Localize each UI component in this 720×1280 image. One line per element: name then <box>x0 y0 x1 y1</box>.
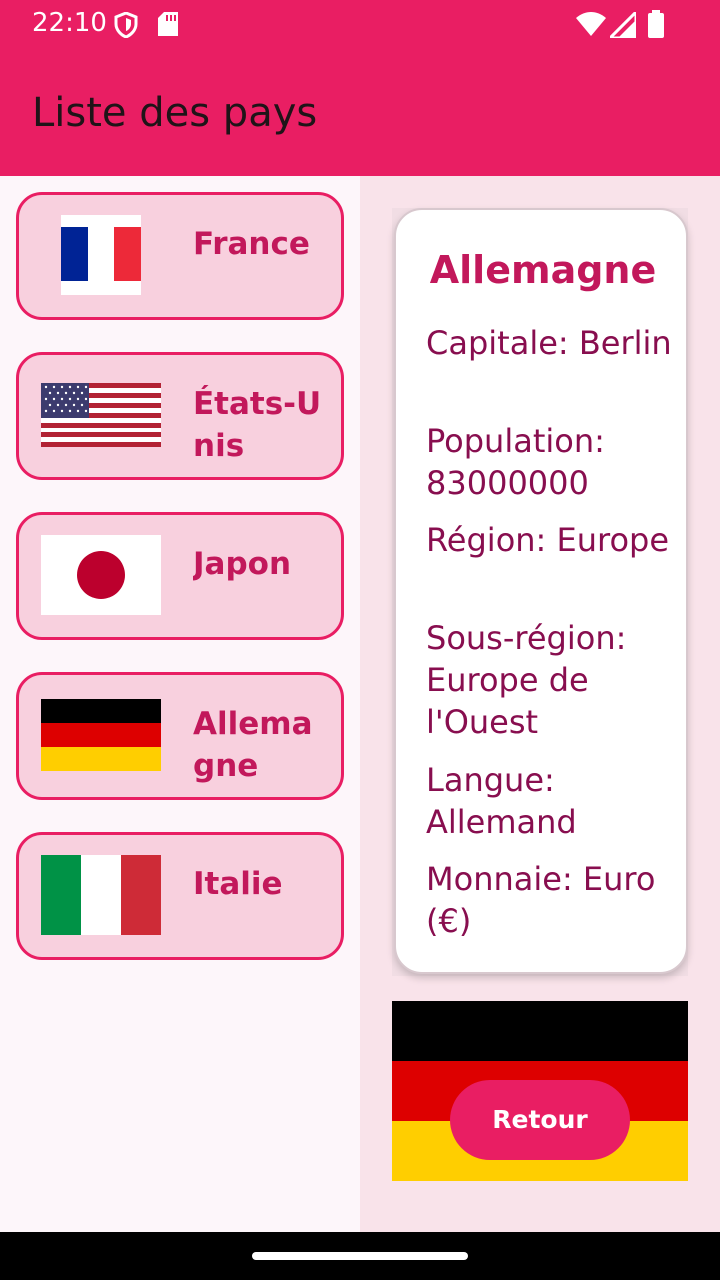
country-name: Italie <box>193 866 283 902</box>
detail-capital: Capitale: Berlin <box>426 324 672 362</box>
status-time: 22:10 <box>32 8 107 38</box>
detail-region: Région: Europe <box>426 521 670 559</box>
navigation-bar <box>0 1232 720 1280</box>
flag-germany-icon <box>41 699 161 771</box>
country-card-france[interactable]: France <box>16 192 344 320</box>
country-card-japan[interactable]: Japon <box>16 512 344 640</box>
flag-japan-icon <box>41 535 161 615</box>
detail-language: Langue: Allemand <box>426 761 577 841</box>
detail-currency: Monnaie: Euro (€) <box>426 860 656 940</box>
flag-usa-icon <box>41 383 161 447</box>
detail-card: Allemagne Capitale: Berlin Population: 8… <box>394 208 688 974</box>
country-name: France <box>193 226 310 262</box>
signal-icon <box>610 12 636 38</box>
country-card-italy[interactable]: Italie <box>16 832 344 960</box>
back-button[interactable]: Retour <box>450 1080 630 1160</box>
country-name: Japon <box>193 546 292 582</box>
detail-population: Population: 83000000 <box>426 422 605 502</box>
wifi-icon <box>576 12 606 36</box>
gesture-handle[interactable] <box>252 1252 468 1260</box>
shield-icon <box>114 12 138 38</box>
status-bar: 22:10 <box>0 0 720 48</box>
country-name: Allemagne <box>193 706 313 783</box>
country-card-usa[interactable]: États-Unis <box>16 352 344 480</box>
detail-country-name: Allemagne <box>429 248 657 292</box>
flag-france-icon <box>61 215 141 295</box>
battery-icon <box>648 10 664 38</box>
country-card-germany[interactable]: Allemagne <box>16 672 344 800</box>
country-name: États-Unis <box>193 386 322 463</box>
sdcard-icon <box>158 12 178 36</box>
flag-italy-icon <box>41 855 161 935</box>
app-bar: Liste des pays <box>0 48 720 176</box>
detail-card-container: Allemagne Capitale: Berlin Population: 8… <box>392 208 688 976</box>
page-title: Liste des pays <box>32 90 318 136</box>
country-list: France États-Unis Japon Allemagne Italie <box>0 176 360 1232</box>
detail-subregion: Sous-région: Europe de l'Ouest <box>426 619 627 741</box>
country-detail-pane: Allemagne Capitale: Berlin Population: 8… <box>360 176 720 1232</box>
